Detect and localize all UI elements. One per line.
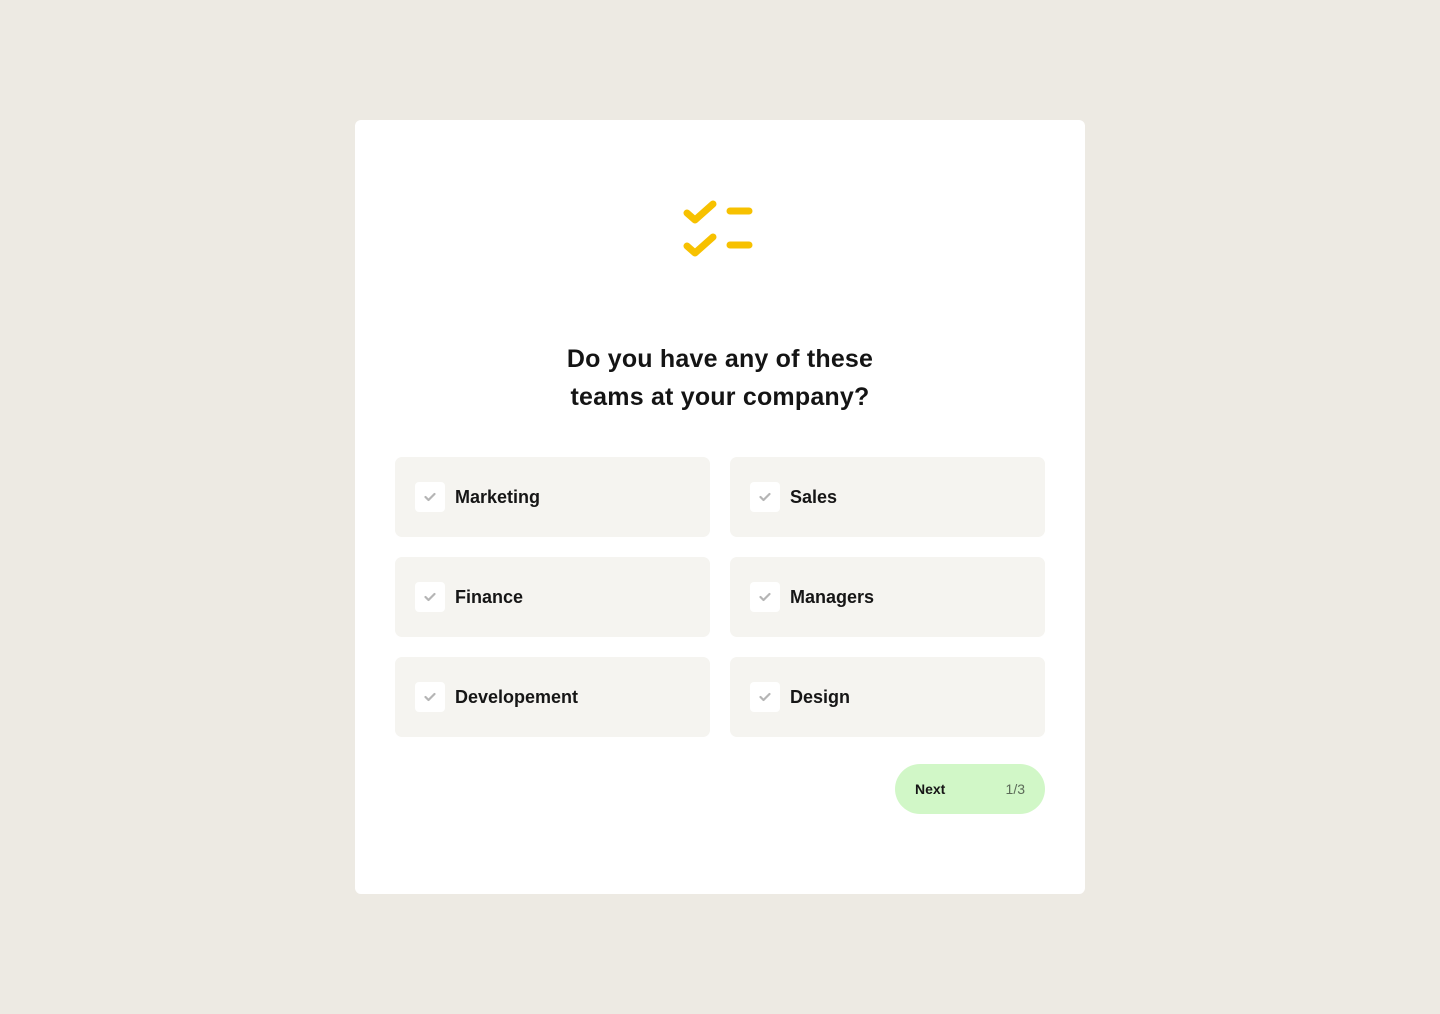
option-design[interactable]: Design (730, 657, 1045, 737)
check-icon (424, 492, 436, 502)
title-line-2: teams at your company? (570, 383, 870, 411)
next-button[interactable]: Next 1/3 (895, 764, 1045, 814)
step-indicator: 1/3 (1005, 781, 1025, 797)
team-options: Marketing Sales Finance Managers Develop… (395, 457, 1045, 737)
check-icon (759, 492, 771, 502)
check-icon (424, 592, 436, 602)
checkbox[interactable] (415, 582, 445, 612)
checkbox[interactable] (415, 482, 445, 512)
check-icon (759, 692, 771, 702)
option-marketing[interactable]: Marketing (395, 457, 710, 537)
option-finance[interactable]: Finance (395, 557, 710, 637)
checklist-icon (683, 200, 753, 257)
option-sales[interactable]: Sales (730, 457, 1045, 537)
check-icon (424, 692, 436, 702)
option-label: Design (790, 686, 851, 707)
option-label: Finance (455, 586, 524, 607)
option-managers[interactable]: Managers (730, 557, 1045, 637)
title-line-1: Do you have any of these (566, 345, 874, 373)
option-label: Developement (455, 686, 579, 707)
onboarding-card: Do you have any of these teams at your c… (355, 120, 1085, 894)
checkbox[interactable] (750, 582, 780, 612)
option-label: Sales (790, 486, 838, 507)
checkbox[interactable] (415, 682, 445, 712)
page-title: Do you have any of these teams at your c… (355, 340, 1085, 416)
check-icon (759, 592, 771, 602)
option-developement[interactable]: Developement (395, 657, 710, 737)
next-button-label: Next (915, 781, 946, 797)
checkbox[interactable] (750, 482, 780, 512)
checkbox[interactable] (750, 682, 780, 712)
option-label: Managers (790, 586, 875, 607)
option-label: Marketing (455, 486, 541, 507)
